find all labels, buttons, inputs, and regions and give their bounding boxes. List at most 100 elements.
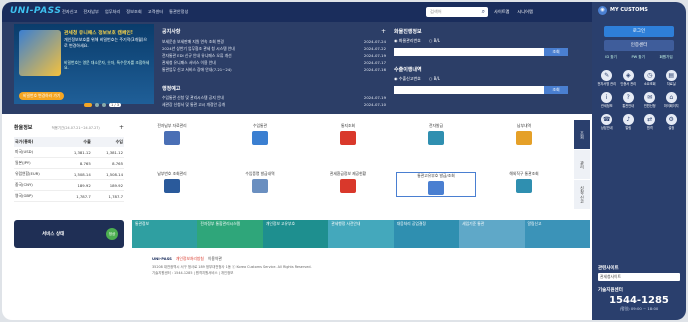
info-icon: i xyxy=(601,92,613,103)
top-links: 사이트맵 시니어맵 xyxy=(494,9,533,15)
signup-link[interactable]: 회원가입 xyxy=(659,55,672,60)
senior-link[interactable]: 시니어맵 xyxy=(517,9,532,15)
tab-apply[interactable]: 신청·신고 xyxy=(574,180,590,210)
quick-item[interactable]: 통관고유부호 발급/조회 xyxy=(396,172,476,197)
sidebar-item[interactable]: ⇄ 원격 xyxy=(639,114,661,130)
sidebar-item[interactable]: ✎ 전자서명 관리 xyxy=(596,70,618,86)
quick-item[interactable]: 수입통관 xyxy=(220,123,300,145)
cargo-search-button[interactable]: 조회 xyxy=(544,48,568,56)
search-input[interactable]: 검색어 ⌕ xyxy=(426,7,488,17)
radio-option[interactable]: ◉ 화물관리번호 xyxy=(394,38,421,44)
related-label: 관련사이트 xyxy=(598,266,619,271)
band-item[interactable]: 개인정보 고유부호 xyxy=(262,220,329,248)
nav-item[interactable]: 전자납부 xyxy=(83,9,98,15)
quick-item[interactable]: 전자발급 xyxy=(396,123,476,145)
sidebar-item[interactable]: i 관세정보 xyxy=(596,92,618,108)
pager-count: 1 / 3 xyxy=(109,103,122,107)
export-input[interactable] xyxy=(394,86,544,94)
promo-button[interactable]: 비밀번호 변경하러 가기 xyxy=(19,92,65,100)
band-item[interactable]: 알림신고 xyxy=(524,220,590,248)
cert-center-button[interactable]: 인증센터 xyxy=(604,40,674,51)
receipt-icon xyxy=(516,130,532,145)
sidebar-title: MY CUSTOMS xyxy=(610,7,648,13)
privacy-link[interactable]: 개인정보처리방침 xyxy=(176,256,204,262)
sitemap-link[interactable]: 사이트맵 xyxy=(494,9,509,15)
nav-item[interactable]: 업무처리 xyxy=(105,9,120,15)
sidebar: ◉ MY CUSTOMS 로그인 인증센터 ID 찾기 PW 찾기 회원가입 ✎… xyxy=(592,2,686,320)
nav-item[interactable]: 통관안정성 xyxy=(169,9,188,15)
pager-dot[interactable] xyxy=(95,103,99,107)
support-hours: (평일) 09:00 ~ 18:00 xyxy=(619,306,659,311)
sidebar-item[interactable]: ? 통관안내 xyxy=(618,92,640,108)
sidebar-item[interactable]: ⌂ 마이페이지 xyxy=(661,92,683,108)
notice-item[interactable]: 관세청 유니패스 서비스 이용 안내 2024-07-17 xyxy=(162,59,386,66)
admin-notice-item[interactable]: 수입통관 신청 및 관리시스템 공지 안내 2024-07-19 xyxy=(162,94,386,101)
terms-link[interactable]: 이용약관 xyxy=(208,256,222,262)
quick-item[interactable]: 납부번호 조회관리 xyxy=(132,171,212,193)
id-card-icon xyxy=(428,180,444,195)
find-id-link[interactable]: ID 찾기 xyxy=(605,55,617,60)
radio-option[interactable]: ○ B/L xyxy=(429,38,440,44)
exchange-table: 국가(통화) 수출 수입 미국(USD) 1,381.12 1,381.12 일본(JP… xyxy=(14,137,124,202)
tab-inquiry[interactable]: 조회 xyxy=(574,120,590,150)
service-label: 서비스 상태 xyxy=(42,232,65,237)
login-button[interactable]: 로그인 xyxy=(604,26,674,37)
nav-item[interactable]: 전자신고 xyxy=(62,9,77,15)
quick-item[interactable]: 납부내역 xyxy=(484,123,564,145)
cargo-input[interactable] xyxy=(394,48,544,56)
quick-item[interactable]: 수입증명 발급내역 xyxy=(220,171,300,193)
notice-item[interactable]: 전자통관 EDI 신규 안내 유니패스 오류 개선 2024-07-19 xyxy=(162,52,386,59)
band-item[interactable]: 대응처리 공업결정 xyxy=(393,220,460,248)
find-pw-link[interactable]: PW 찾기 xyxy=(631,55,644,60)
monitor-icon xyxy=(252,130,268,145)
sidebar-item[interactable]: ◷ 소요조회 xyxy=(639,70,661,86)
logo[interactable]: UNI-PASS xyxy=(10,6,61,16)
sidebar-header: ◉ MY CUSTOMS xyxy=(592,2,686,18)
radio-option[interactable]: ○ B/L xyxy=(429,76,440,82)
nav-item[interactable]: 고객센터 xyxy=(148,9,163,15)
sidebar-item[interactable]: ♪ 알림 xyxy=(618,114,640,130)
pager-dot[interactable] xyxy=(84,103,92,107)
notice-item[interactable]: 보세운송 보세판매 지원 연속 조회 변경 2024-07-24 xyxy=(162,38,386,45)
footer-logo: UNI-PASS xyxy=(152,256,172,261)
radio-option[interactable]: ◉ 수출신고번호 xyxy=(394,76,421,82)
quick-item[interactable]: 관세환급정보 제공현황 xyxy=(308,171,388,193)
sidebar-item[interactable]: ☎ 상담안내 xyxy=(596,114,618,130)
cargo-tracking-panel: 화물진행정보 ◉ 화물관리번호 ○ B/L 조회 수출이행내역 ◉ 수출신고번호… xyxy=(394,28,578,94)
tab-manage[interactable]: 관리 xyxy=(574,150,590,180)
notice-panel: 공지사항 + 보세운송 보세판매 지원 연속 조회 변경 2024-07-24 2… xyxy=(162,28,386,73)
pager-dot[interactable] xyxy=(102,103,106,107)
band-item[interactable]: 관세행정 사전안내 xyxy=(328,220,394,248)
print-icon xyxy=(428,130,444,145)
more-icon[interactable]: + xyxy=(381,28,386,35)
band-item[interactable]: 통관정보 xyxy=(132,220,198,248)
service-status[interactable]: 서비스 상태 정상 xyxy=(14,220,124,248)
search-icon[interactable]: ⌕ xyxy=(482,8,485,16)
quick-item[interactable]: 해외직구 통관조회 xyxy=(484,171,564,193)
promo-banner[interactable]: 관세청 유니패스 정보보호 캠페인! 개인정보보호를 위해 비밀번호는 주기적(… xyxy=(14,24,154,104)
document-icon xyxy=(164,130,180,145)
notice-item[interactable]: 2024년 상반기 업무협조 관세 청 시스템 안내 2024-07-22 xyxy=(162,45,386,52)
exchange-period: 적용기간(24.07.21~24.07.27) xyxy=(51,126,100,130)
link-band: 통관정보 전자정부 통합관리시스템 개인정보 고유부호 관세행정 사전안내 대응… xyxy=(132,220,590,248)
certificate-icon xyxy=(252,178,268,193)
band-item[interactable]: 세입기준 통관 xyxy=(459,220,525,248)
table-row: 영국(GBP) 1,787.7 1,787.7 xyxy=(14,190,124,202)
promo-title: 관세청 유니패스 정보보호 캠페인! xyxy=(64,31,133,36)
sidebar-item[interactable]: ◈ 인증서 관리 xyxy=(618,70,640,86)
quick-item[interactable]: 통지조회 xyxy=(308,123,388,145)
more-icon[interactable]: + xyxy=(119,124,124,131)
related-select[interactable]: 관세청사이트 xyxy=(598,273,680,281)
nav-item[interactable]: 정보조회 xyxy=(126,9,141,15)
cargo-options: ◉ 화물관리번호 ○ B/L xyxy=(394,38,578,44)
quick-item[interactable]: 전자납부 자료관리 xyxy=(132,123,212,145)
notice-item[interactable]: 통관업무 신고 서비스 장애 안내(7.21~24) 2024-07-16 xyxy=(162,66,386,73)
band-item[interactable]: 전자정부 통합관리시스템 xyxy=(197,220,263,248)
sidebar-menu: ✎ 전자서명 관리 ◈ 인증서 관리 ◷ 소요조회 ▤ 자료실 i 관세정보 ? 통관안내 … xyxy=(592,64,686,136)
sidebar-item[interactable]: ✉ 민원신청 xyxy=(639,92,661,108)
export-search-button[interactable]: 조회 xyxy=(544,86,568,94)
sidebar-item[interactable]: ⚙ 설정 xyxy=(661,114,683,130)
table-row: 유럽연합(EUR) 1,508.14 1,508.14 xyxy=(14,168,124,180)
admin-notice-item[interactable]: 세관장 신청서 및 통관 고시 개정안 공개 2024-07-10 xyxy=(162,101,386,108)
sidebar-item[interactable]: ▤ 자료실 xyxy=(661,70,683,86)
